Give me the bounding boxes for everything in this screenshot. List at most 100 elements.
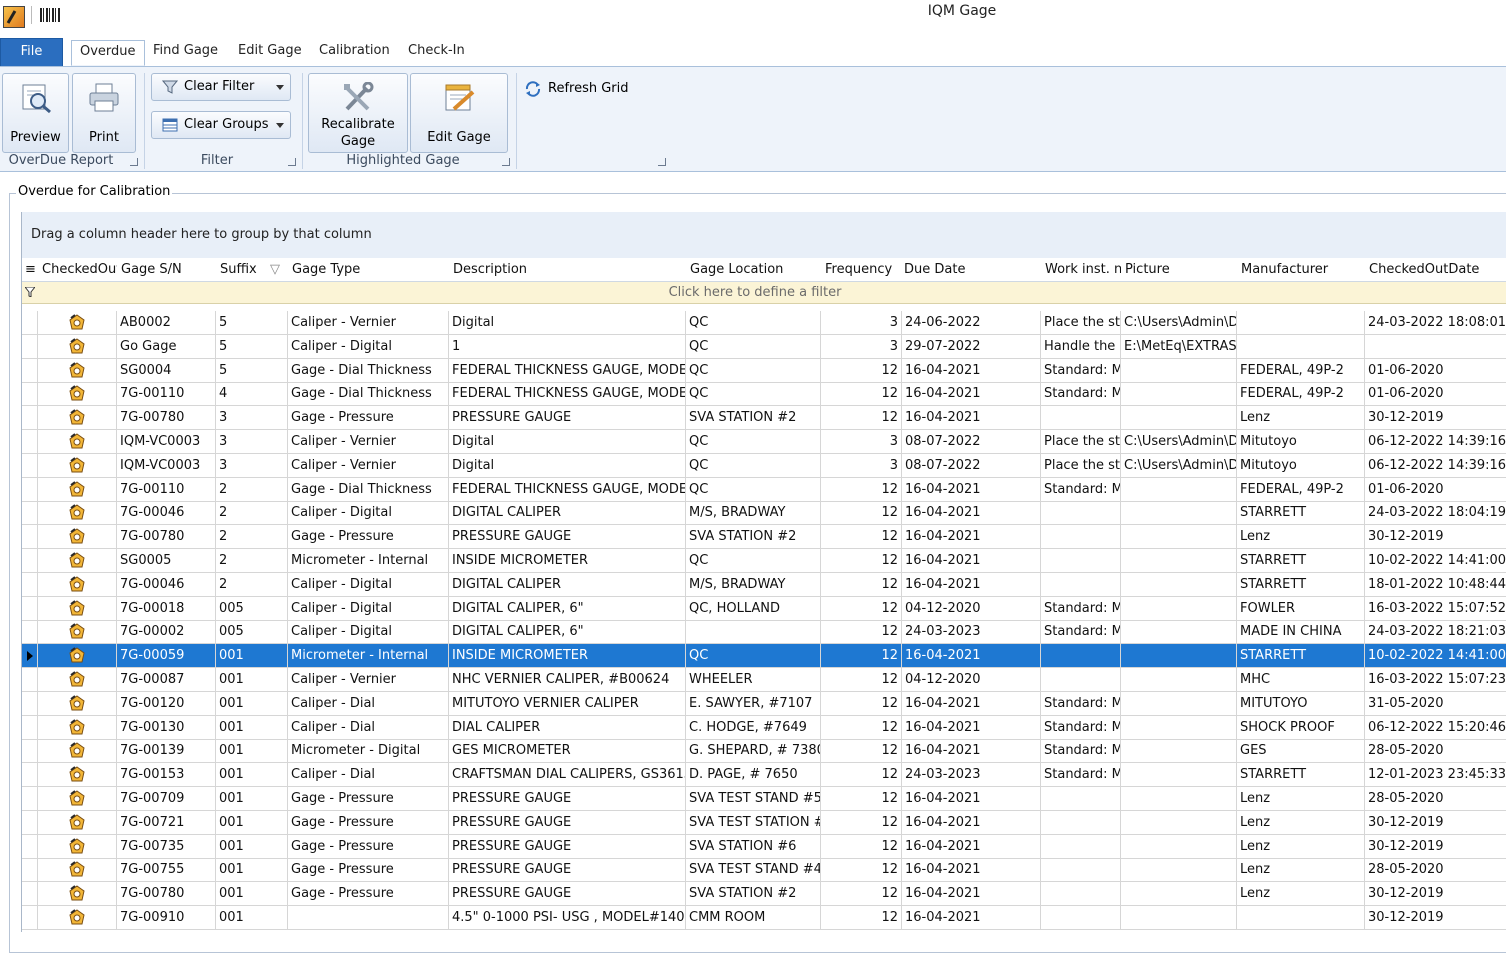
cell-work-instructions[interactable]: Standard: M xyxy=(1041,382,1121,406)
cell-gage-location[interactable]: SVA STATION #2 xyxy=(686,525,821,549)
row-indicator[interactable] xyxy=(22,358,38,382)
row-indicator[interactable] xyxy=(22,739,38,763)
cell-suffix[interactable]: 3 xyxy=(216,430,288,453)
tab-file[interactable]: File xyxy=(0,38,63,66)
cell-frequency[interactable]: 3 xyxy=(821,334,902,358)
cell-manufacturer[interactable] xyxy=(1237,906,1365,929)
cell-due-date[interactable]: 16-04-2021 xyxy=(902,382,1041,406)
cell-gage-location[interactable]: SVA TEST STATION # xyxy=(686,810,821,834)
cell-manufacturer[interactable]: STARRETT xyxy=(1237,763,1365,787)
cell-checkedoutdate[interactable]: 30-12-2019 xyxy=(1365,882,1506,905)
table-row[interactable]: 7G-00059 001 Micrometer - Internal INSIDE M… xyxy=(22,644,1506,669)
edit-gage-button[interactable]: Edit Gage xyxy=(410,73,508,153)
cell-checkedout[interactable] xyxy=(38,596,117,620)
cell-picture[interactable] xyxy=(1121,358,1237,382)
highlighted-group-launcher-icon[interactable] xyxy=(502,158,510,166)
cell-checkedout[interactable] xyxy=(38,453,117,477)
cell-work-instructions[interactable]: Place the sta xyxy=(1041,430,1121,453)
cell-picture[interactable] xyxy=(1121,787,1237,810)
cell-work-instructions[interactable]: Handle the g xyxy=(1041,334,1121,358)
cell-due-date[interactable]: 08-07-2022 xyxy=(902,453,1041,477)
cell-description[interactable]: MITUTOYO VERNIER CALIPER xyxy=(449,691,686,715)
cell-gage-type[interactable]: Gage - Pressure xyxy=(288,406,449,430)
cell-checkedout[interactable] xyxy=(38,549,117,572)
cell-checkedout[interactable] xyxy=(38,810,117,834)
cell-gage-sn[interactable]: AB0002 xyxy=(117,311,216,334)
column-header-gage-type[interactable]: Gage Type xyxy=(288,258,449,282)
cell-suffix[interactable]: 001 xyxy=(216,691,288,715)
cell-picture[interactable] xyxy=(1121,501,1237,525)
cell-frequency[interactable]: 12 xyxy=(821,906,902,929)
cell-due-date[interactable]: 16-04-2021 xyxy=(902,525,1041,549)
cell-checkedoutdate[interactable]: 18-01-2022 10:48:44 xyxy=(1365,573,1506,596)
table-row[interactable]: 7G-00130 001 Caliper - Dial DIAL CALIPER C. … xyxy=(22,715,1506,740)
table-row[interactable]: 7G-00110 2 Gage - Dial Thickness FEDERAL TH… xyxy=(22,477,1506,502)
cell-description[interactable]: INSIDE MICROMETER xyxy=(449,549,686,572)
cell-manufacturer[interactable]: GES xyxy=(1237,739,1365,763)
cell-checkedoutdate[interactable]: 12-01-2023 23:45:33 xyxy=(1365,763,1506,786)
row-indicator[interactable] xyxy=(22,882,38,906)
cell-description[interactable]: DIAL CALIPER xyxy=(449,715,686,739)
cell-gage-type[interactable]: Caliper - Vernier xyxy=(288,430,449,453)
cell-suffix[interactable]: 001 xyxy=(216,787,288,810)
cell-gage-sn[interactable]: 7G-00153 xyxy=(117,763,216,787)
cell-gage-sn[interactable]: 7G-00110 xyxy=(117,477,216,501)
print-button[interactable]: Print xyxy=(72,73,136,153)
cell-description[interactable]: Digital xyxy=(449,430,686,453)
cell-gage-type[interactable]: Micrometer - Internal xyxy=(288,644,449,668)
table-row[interactable]: 7G-00046 2 Caliper - Digital DIGITAL CALIPE… xyxy=(22,501,1506,526)
cell-gage-sn[interactable]: 7G-00110 xyxy=(117,382,216,406)
cell-manufacturer[interactable]: STARRETT xyxy=(1237,644,1365,668)
cell-picture[interactable]: E:\MetEq\EXTRAS\ xyxy=(1121,334,1237,358)
cell-checkedoutdate[interactable]: 28-05-2020 xyxy=(1365,787,1506,810)
table-row[interactable]: 7G-00153 001 Caliper - Dial CRAFTSMAN DIAL … xyxy=(22,763,1506,788)
cell-gage-location[interactable]: QC xyxy=(686,477,821,501)
cell-picture[interactable]: C:\Users\Admin\De xyxy=(1121,453,1237,477)
cell-manufacturer[interactable]: STARRETT xyxy=(1237,501,1365,525)
cell-due-date[interactable]: 16-04-2021 xyxy=(902,810,1041,834)
cell-picture[interactable]: C:\Users\Admin\De xyxy=(1121,430,1237,453)
row-indicator[interactable] xyxy=(22,430,38,453)
refresh-group-launcher-icon[interactable] xyxy=(658,158,666,166)
cell-picture[interactable] xyxy=(1121,620,1237,644)
cell-checkedout[interactable] xyxy=(38,787,117,810)
cell-picture[interactable] xyxy=(1121,834,1237,858)
row-indicator[interactable] xyxy=(22,620,38,644)
table-row[interactable]: SG0004 5 Gage - Dial Thickness FEDERAL THIC… xyxy=(22,358,1506,383)
cell-gage-location[interactable]: QC xyxy=(686,453,821,477)
cell-manufacturer[interactable]: STARRETT xyxy=(1237,572,1365,596)
cell-suffix[interactable]: 2 xyxy=(216,525,288,549)
cell-frequency[interactable]: 12 xyxy=(821,715,902,739)
cell-gage-location[interactable]: M/S, BRADWAY xyxy=(686,572,821,596)
cell-work-instructions[interactable] xyxy=(1041,906,1121,929)
tab-check-in[interactable]: Check-In xyxy=(400,40,473,66)
cell-suffix[interactable]: 001 xyxy=(216,763,288,787)
cell-description[interactable]: GES MICROMETER xyxy=(449,739,686,763)
cell-checkedoutdate[interactable]: 01-06-2020 xyxy=(1365,359,1506,382)
cell-gage-sn[interactable]: 7G-00130 xyxy=(117,715,216,739)
cell-suffix[interactable]: 4 xyxy=(216,382,288,406)
cell-gage-sn[interactable]: 7G-00709 xyxy=(117,787,216,810)
table-row[interactable]: 7G-00110 4 Gage - Dial Thickness FEDERAL TH… xyxy=(22,382,1506,407)
cell-gage-type[interactable]: Gage - Dial Thickness xyxy=(288,382,449,406)
column-header-gage-sn[interactable]: Gage S/N xyxy=(117,258,216,282)
cell-suffix[interactable]: 3 xyxy=(216,406,288,430)
cell-picture[interactable] xyxy=(1121,739,1237,763)
cell-gage-location[interactable]: SVA STATION #2 xyxy=(686,406,821,430)
row-indicator[interactable] xyxy=(22,810,38,834)
cell-frequency[interactable]: 12 xyxy=(821,620,902,644)
column-header-description[interactable]: Description xyxy=(449,258,686,282)
cell-checkedout[interactable] xyxy=(38,715,117,739)
report-group-launcher-icon[interactable] xyxy=(130,158,138,166)
cell-work-instructions[interactable]: Place the sta xyxy=(1041,311,1121,334)
cell-gage-type[interactable]: Gage - Pressure xyxy=(288,882,449,906)
column-header-checkedoutdate[interactable]: CheckedOutDate xyxy=(1365,258,1506,282)
cell-description[interactable]: FEDERAL THICKNESS GAUGE, MODEL - xyxy=(449,382,686,406)
cell-checkedout[interactable] xyxy=(38,406,117,430)
cell-checkedoutdate[interactable]: 16-03-2022 15:07:52 xyxy=(1365,597,1506,620)
cell-picture[interactable] xyxy=(1121,525,1237,549)
row-indicator[interactable] xyxy=(22,477,38,501)
cell-due-date[interactable]: 16-04-2021 xyxy=(902,882,1041,906)
cell-gage-sn[interactable]: 7G-00087 xyxy=(117,668,216,691)
cell-frequency[interactable]: 12 xyxy=(821,834,902,858)
